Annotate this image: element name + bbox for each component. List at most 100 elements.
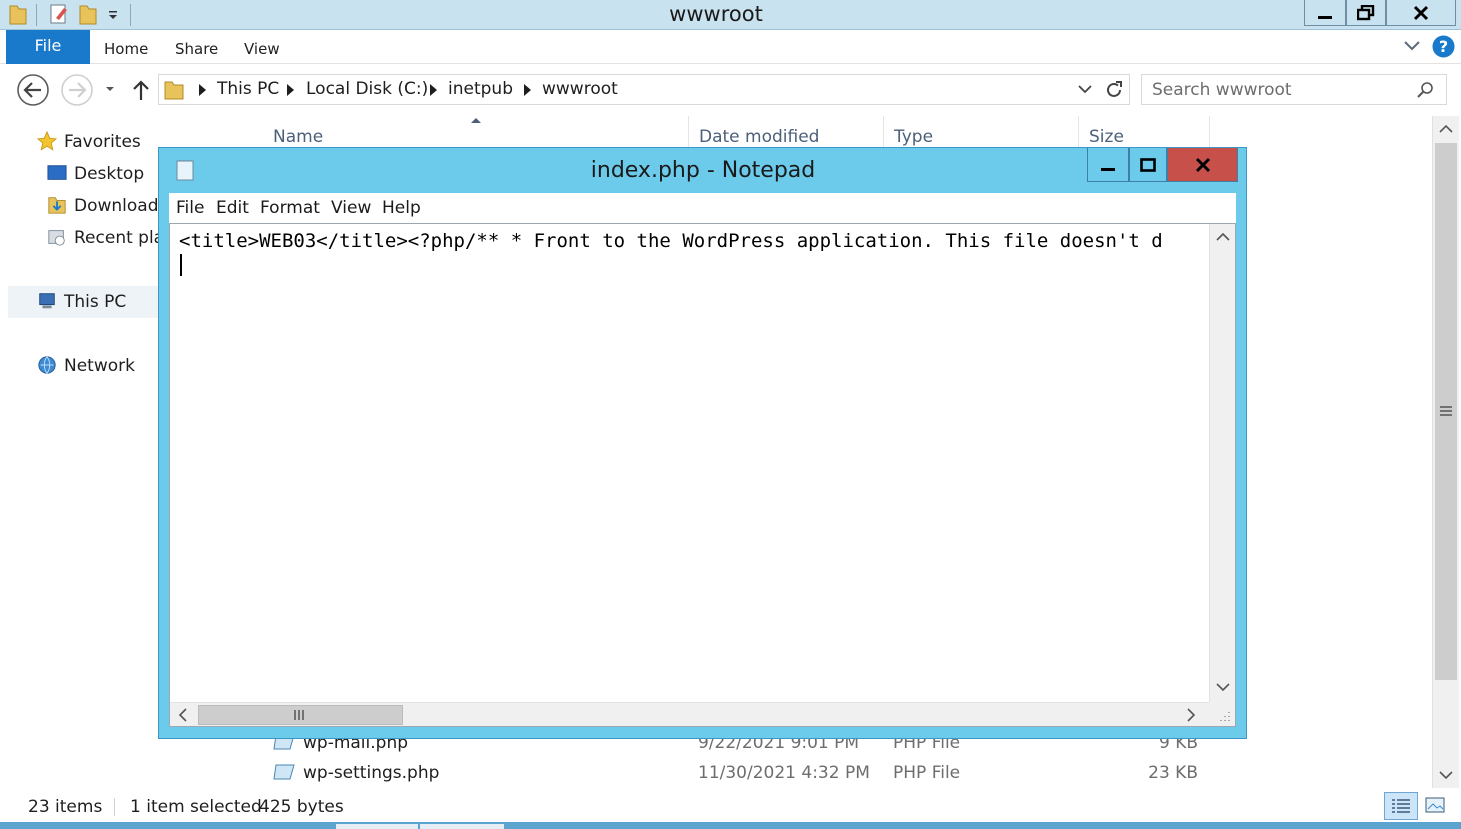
scrollbar-thumb[interactable]: [1435, 143, 1457, 680]
expand-ribbon-icon[interactable]: [1403, 39, 1421, 53]
maximize-icon: [1140, 157, 1156, 172]
scroll-down-icon[interactable]: [1438, 768, 1454, 782]
close-icon: [1413, 5, 1429, 20]
customize-quick-access-icon[interactable]: [106, 2, 120, 26]
file-type: PHP File: [893, 763, 961, 783]
menu-edit[interactable]: Edit: [216, 193, 249, 223]
restore-icon: [1357, 4, 1375, 20]
column-header: Name Date modified Type Size: [243, 116, 1210, 148]
recent-locations-icon[interactable]: [104, 84, 116, 94]
scroll-up-icon[interactable]: [1215, 230, 1231, 244]
nav-this-pc[interactable]: This PC: [64, 287, 126, 317]
scroll-down-icon[interactable]: [1215, 680, 1231, 694]
breadcrumb-wwwroot[interactable]: wwwroot: [542, 75, 618, 104]
folder-icon[interactable]: [8, 2, 28, 26]
column-name[interactable]: Name: [263, 116, 689, 148]
computer-icon: [39, 293, 55, 309]
breadcrumb-separator-icon[interactable]: [199, 84, 206, 96]
notepad-maximize-button[interactable]: [1129, 148, 1167, 182]
column-type[interactable]: Type: [884, 116, 1079, 148]
tab-share[interactable]: Share: [175, 30, 218, 64]
php-file-icon: [273, 764, 295, 780]
large-icons-view-button[interactable]: [1421, 792, 1449, 820]
help-icon[interactable]: ?: [1432, 35, 1455, 58]
nav-desktop[interactable]: Desktop: [74, 159, 144, 189]
table-row[interactable]: wp-settings.php 11/30/2021 4:32 PM PHP F…: [243, 758, 1210, 788]
notepad-vertical-scrollbar[interactable]: [1209, 224, 1235, 702]
tab-home[interactable]: Home: [104, 30, 148, 64]
status-item-count: 23 items: [28, 797, 103, 817]
file-tab[interactable]: File: [6, 30, 90, 64]
menu-file[interactable]: File: [176, 193, 204, 223]
notepad-content[interactable]: <title>WEB03</title><?php/** * Front to …: [179, 228, 1203, 254]
svg-text:?: ?: [1439, 37, 1448, 56]
nav-recent-places[interactable]: Recent places: [74, 223, 158, 253]
column-date-modified[interactable]: Date modified: [689, 116, 884, 148]
new-folder-icon[interactable]: [78, 2, 98, 26]
menu-view[interactable]: View: [331, 193, 371, 223]
status-bar: 23 items 1 item selected 425 bytes: [0, 792, 1461, 822]
notepad-close-button[interactable]: [1167, 148, 1238, 182]
close-icon: [1195, 157, 1210, 172]
notepad-menubar: File Edit Format View Help: [169, 193, 1236, 223]
divider: [36, 4, 37, 26]
tab-view[interactable]: View: [244, 30, 280, 64]
menu-format[interactable]: Format: [260, 193, 320, 223]
large-icons-view-icon: [1425, 797, 1445, 813]
minimize-icon: [1318, 16, 1332, 19]
breadcrumb-separator-icon[interactable]: [430, 84, 437, 96]
notepad-horizontal-scrollbar[interactable]: [170, 702, 1209, 726]
search-icon[interactable]: [1416, 80, 1436, 100]
notepad-text-area[interactable]: <title>WEB03</title><?php/** * Front to …: [169, 223, 1236, 727]
breadcrumb-separator-icon[interactable]: [287, 84, 294, 96]
taskbar-button[interactable]: [336, 824, 418, 829]
breadcrumb-local-disk[interactable]: Local Disk (C:): [306, 75, 428, 104]
address-bar[interactable]: This PC Local Disk (C:) inetpub wwwroot: [158, 74, 1130, 105]
star-icon: [36, 131, 58, 151]
file-list-scrollbar[interactable]: [1432, 116, 1459, 788]
scroll-left-icon[interactable]: [176, 707, 190, 723]
nav-downloads[interactable]: Downloads: [74, 191, 158, 221]
nav-favorites[interactable]: Favorites: [64, 127, 141, 157]
network-icon: [38, 356, 56, 374]
details-view-button[interactable]: [1384, 792, 1418, 820]
breadcrumb-separator-icon[interactable]: [524, 84, 531, 96]
text-caret: [180, 254, 182, 276]
scrollbar-thumb[interactable]: [198, 705, 403, 725]
taskbar: [0, 822, 1461, 829]
resize-grip-icon: [1220, 712, 1230, 721]
status-selected: 1 item selected: [130, 797, 262, 817]
resize-grip[interactable]: [1209, 702, 1235, 726]
scroll-right-icon[interactable]: [1184, 707, 1198, 723]
search-box[interactable]: [1141, 74, 1447, 105]
refresh-icon[interactable]: [1103, 79, 1125, 101]
column-size[interactable]: Size: [1079, 116, 1210, 148]
file-date: 11/30/2021 4:32 PM: [698, 763, 870, 783]
desktop-icon: [47, 165, 67, 180]
menu-help[interactable]: Help: [382, 193, 421, 223]
back-arrow-icon[interactable]: [16, 73, 50, 107]
divider: [130, 4, 131, 26]
close-button[interactable]: [1386, 0, 1456, 26]
properties-icon[interactable]: [48, 2, 70, 26]
nav-network[interactable]: Network: [64, 351, 135, 381]
notepad-minimize-button[interactable]: [1087, 148, 1129, 182]
grip-icon: [294, 710, 304, 720]
notepad-title: index.php - Notepad: [590, 158, 816, 183]
minimize-button[interactable]: [1304, 0, 1346, 26]
restore-button[interactable]: [1346, 0, 1386, 26]
scroll-up-icon[interactable]: [1438, 122, 1454, 136]
details-view-icon: [1392, 799, 1410, 813]
explorer-titlebar: wwwroot: [0, 0, 1461, 30]
forward-arrow-icon[interactable]: [60, 73, 94, 107]
divider: [114, 798, 115, 816]
up-arrow-icon[interactable]: [130, 77, 152, 103]
minimize-icon: [1101, 168, 1115, 171]
status-size: 425 bytes: [259, 797, 344, 817]
breadcrumb-this-pc[interactable]: This PC: [217, 75, 279, 104]
breadcrumb-inetpub[interactable]: inetpub: [448, 75, 513, 104]
address-dropdown-icon[interactable]: [1077, 83, 1093, 97]
recent-places-icon: [48, 230, 65, 246]
search-input[interactable]: [1152, 78, 1412, 101]
taskbar-button[interactable]: [420, 824, 504, 829]
